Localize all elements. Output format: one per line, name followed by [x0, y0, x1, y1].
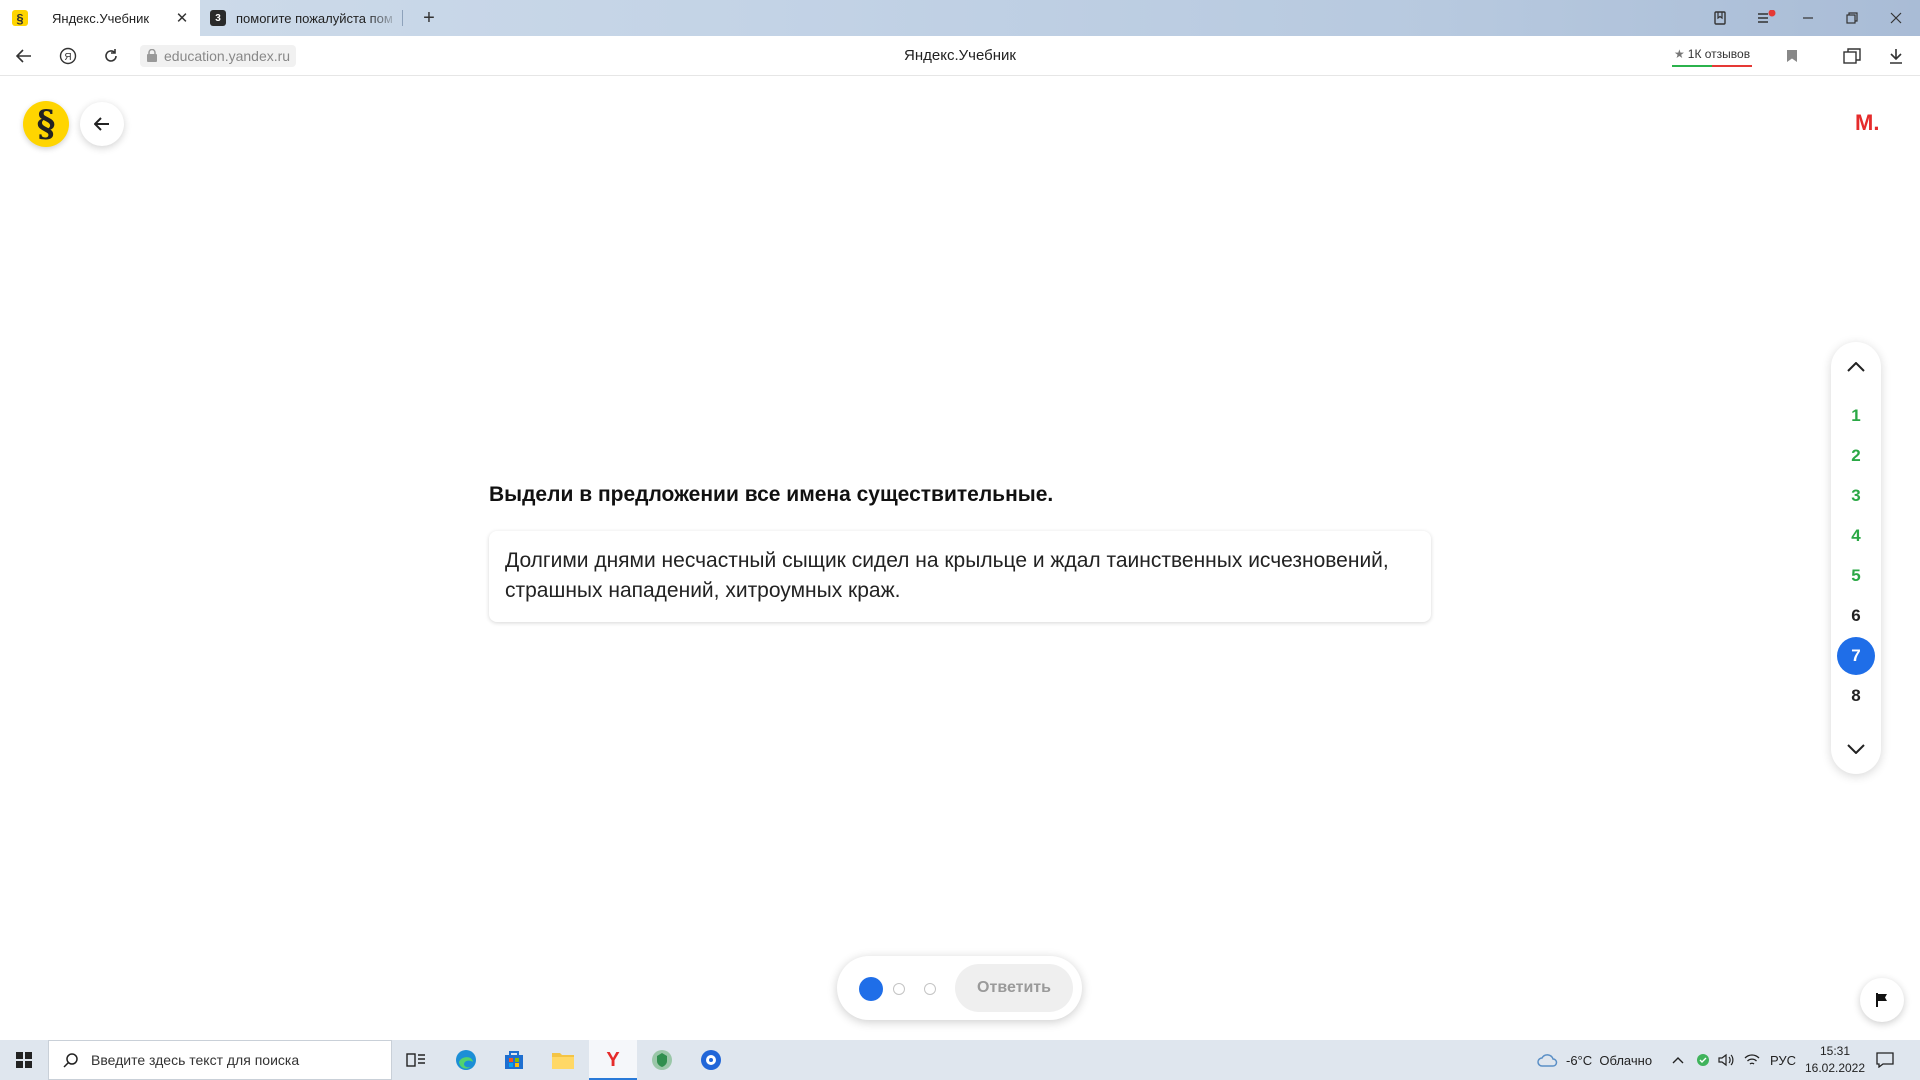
search-icon	[63, 1053, 78, 1068]
url-text: education.yandex.ru	[164, 48, 291, 64]
download-icon[interactable]	[1882, 44, 1910, 68]
arrow-left-icon	[94, 117, 109, 131]
task-view-icon[interactable]	[392, 1040, 440, 1080]
show-hidden-icons-chevron-icon[interactable]	[1672, 1040, 1684, 1080]
reload-icon[interactable]	[97, 44, 125, 68]
sentence-card[interactable]: Долгими днями несчастный сыщик сидел на …	[489, 531, 1431, 622]
system-clock[interactable]: 15:31 16.02.2022	[1800, 1043, 1870, 1077]
new-tab-plus-icon[interactable]: +	[417, 6, 441, 30]
report-flag-button[interactable]	[1860, 978, 1904, 1022]
windows-start-icon[interactable]	[0, 1040, 48, 1080]
browser-address-bar: Я education.yandex.ru Яндекс.Учебник ★ 1…	[0, 36, 1920, 76]
tab-title: помогите пожалуйста пом	[236, 10, 393, 26]
question-navigator: 1 2 3 4 5 6 7 8	[1831, 342, 1881, 774]
tab-yandex-uchebnik[interactable]: § Яндекс.Учебник ✕	[0, 0, 200, 36]
file-explorer-icon[interactable]	[539, 1040, 587, 1080]
answer-button[interactable]: Ответить	[955, 964, 1073, 1012]
url-field[interactable]: education.yandex.ru	[140, 45, 297, 67]
cloud-icon	[1537, 1054, 1558, 1067]
navigator-down-button[interactable]	[1831, 729, 1881, 769]
collections-icon[interactable]	[1838, 44, 1866, 68]
question-number-6[interactable]: 6	[1837, 597, 1875, 635]
tab-separator	[402, 10, 403, 26]
attempt-indicator-empty	[893, 983, 905, 995]
browser-back-icon[interactable]	[10, 44, 38, 68]
yandex-browser-icon[interactable]: Y	[589, 1040, 637, 1080]
question-number-1[interactable]: 1	[1837, 397, 1875, 435]
question-number-4[interactable]: 4	[1837, 517, 1875, 555]
flag-icon	[1876, 993, 1887, 1007]
restore-window-icon[interactable]	[1830, 0, 1874, 36]
question-number-5[interactable]: 5	[1837, 557, 1875, 595]
user-avatar-initial[interactable]: М.	[1855, 110, 1879, 136]
navigator-up-button[interactable]	[1831, 347, 1881, 387]
reviews-badge[interactable]: ★ 1К отзывов	[1672, 43, 1753, 67]
clock-date: 16.02.2022	[1804, 1061, 1866, 1075]
notifications-center-icon[interactable]	[1876, 1040, 1894, 1080]
vpn-app-icon[interactable]	[638, 1040, 686, 1080]
taskbar-search-placeholder: Введите здесь текст для поиска	[91, 1052, 300, 1068]
media-player-icon[interactable]	[687, 1040, 735, 1080]
tab-title: Яндекс.Учебник	[52, 10, 150, 26]
yandex-uchebnik-favicon-icon: §	[12, 10, 28, 26]
taskbar-search-input[interactable]: Введите здесь текст для поиска	[48, 1040, 392, 1080]
attempt-indicator-filled	[859, 977, 883, 1001]
clock-time: 15:31	[1819, 1044, 1851, 1058]
windows-taskbar: Введите здесь текст для поиска Y -6°C Об…	[0, 1040, 1920, 1080]
edge-browser-icon[interactable]	[442, 1040, 490, 1080]
close-window-icon[interactable]	[1874, 0, 1918, 36]
menu-notifications-icon[interactable]	[1744, 0, 1788, 36]
znanija-favicon-icon: 3	[210, 10, 226, 26]
question-number-8[interactable]: 8	[1837, 677, 1875, 715]
minimize-window-icon[interactable]	[1786, 0, 1830, 36]
yandex-logo-icon[interactable]: Я	[54, 44, 82, 68]
bookmark-icon[interactable]	[1778, 44, 1806, 68]
input-language-indicator[interactable]: РУС	[1770, 1040, 1796, 1080]
answer-bar: Ответить	[837, 956, 1082, 1020]
svg-text:Я: Я	[64, 52, 71, 63]
volume-icon[interactable]	[1718, 1040, 1734, 1080]
microsoft-store-icon[interactable]	[490, 1040, 538, 1080]
star-icon: ★	[1674, 47, 1685, 61]
security-shield-icon[interactable]	[1696, 1040, 1710, 1080]
browser-tab-strip: § Яндекс.Учебник ✕ 3 помогите пожалуйста…	[0, 0, 1920, 36]
back-button[interactable]	[80, 102, 124, 146]
bookmarks-manager-icon[interactable]	[1698, 0, 1742, 36]
yandex-uchebnik-logo[interactable]: §	[23, 101, 69, 147]
question-number-2[interactable]: 2	[1837, 437, 1875, 475]
sentence-text[interactable]: Долгими днями несчастный сыщик сидел на …	[505, 549, 1389, 602]
weather-widget[interactable]: -6°C Облачно	[1536, 1040, 1652, 1080]
network-wifi-icon[interactable]	[1744, 1040, 1760, 1080]
close-tab-icon[interactable]: ✕	[172, 9, 192, 27]
lock-icon	[147, 49, 157, 62]
chevron-down-icon	[1847, 744, 1865, 754]
reviews-label: 1К отзывов	[1687, 47, 1751, 61]
task-question: Выдели в предложении все имена существит…	[489, 483, 1054, 506]
attempt-indicator-empty	[924, 983, 936, 995]
tab-znanija[interactable]: 3 помогите пожалуйста пом	[200, 0, 400, 36]
svg-text:Y: Y	[606, 1049, 620, 1070]
question-number-7[interactable]: 7	[1837, 637, 1875, 675]
question-number-3[interactable]: 3	[1837, 477, 1875, 515]
weather-text: -6°C Облачно	[1566, 1052, 1653, 1068]
chevron-up-icon	[1847, 362, 1865, 372]
